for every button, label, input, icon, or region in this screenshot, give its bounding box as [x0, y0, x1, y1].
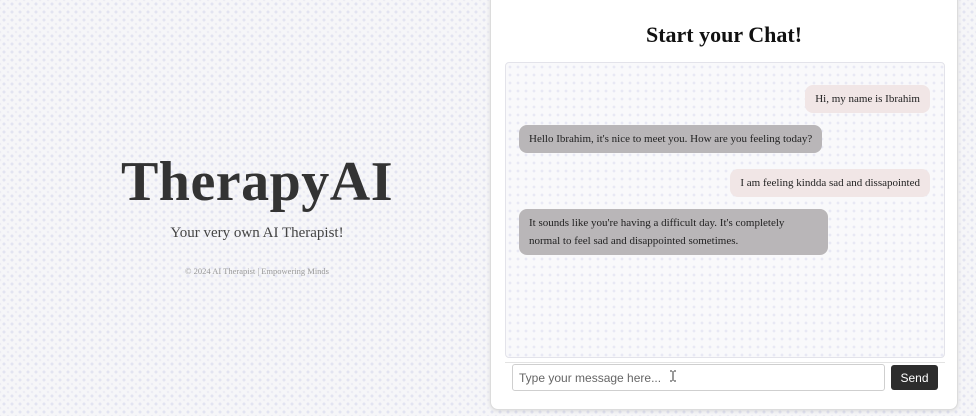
- chat-title: Start your Chat!: [645, 22, 803, 47]
- message-input[interactable]: [512, 364, 885, 391]
- hero-panel: TherapyAI Your very own AI Therapist! © …: [0, 0, 490, 416]
- chat-card: Start your Chat! Hi, my name is Ibrahim …: [490, 0, 958, 410]
- ai-message: It sounds like you're having a difficult…: [519, 209, 828, 255]
- send-button[interactable]: Send: [891, 365, 938, 390]
- chat-window[interactable]: Hi, my name is Ibrahim Hello Ibrahim, it…: [505, 62, 945, 358]
- user-message: Hi, my name is Ibrahim: [805, 85, 930, 113]
- user-message: I am feeling kindda sad and dissapointed: [730, 169, 930, 197]
- i-beam-cursor-icon: [670, 370, 676, 382]
- ai-message: Hello Ibrahim, it's nice to meet you. Ho…: [519, 125, 823, 153]
- brand-title: TherapyAI: [120, 151, 394, 213]
- tagline: Your very own AI Therapist!: [170, 225, 344, 241]
- footer-note: © 2024 AI Therapist | Empowering Minds: [185, 266, 329, 276]
- composer-divider: [505, 362, 945, 363]
